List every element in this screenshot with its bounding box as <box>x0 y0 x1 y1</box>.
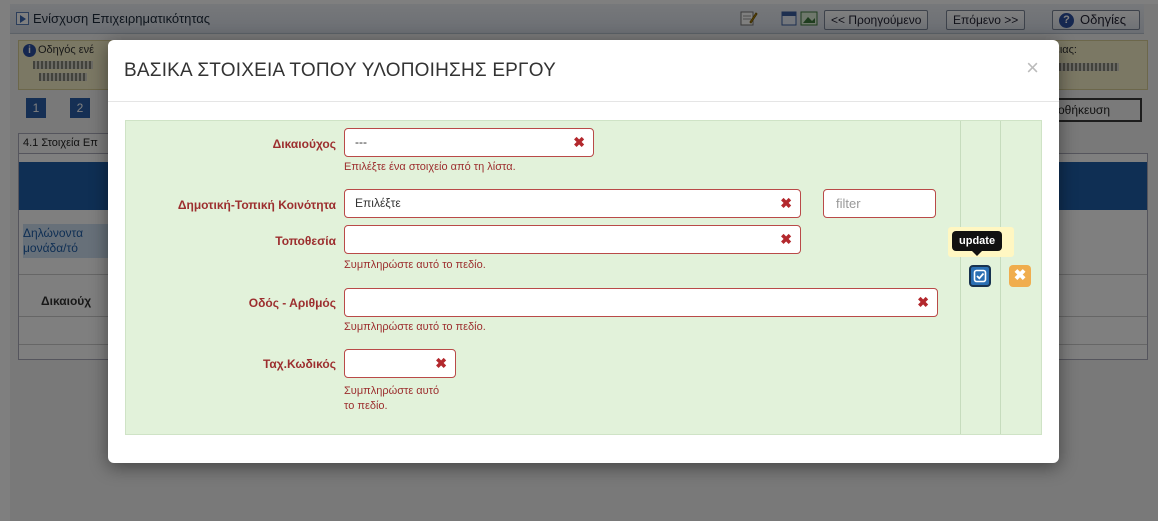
update-tooltip: update <box>952 231 1003 256</box>
postal-input[interactable]: ✖ <box>344 349 456 378</box>
modal-title: ΒΑΣΙΚΑ ΣΤΟΙΧΕΙΑ ΤΟΠΟΥ ΥΛΟΠΟΙΗΣΗΣ ΕΡΓΟΥ <box>124 60 556 81</box>
street-label: Οδός - Αριθμός <box>248 296 336 310</box>
postal-label: Ταχ.Κωδικός <box>262 357 336 371</box>
location-label: Τοποθεσία <box>275 234 336 248</box>
clear-icon[interactable]: ✖ <box>780 190 792 217</box>
location-help: Συμπληρώστε αυτό το πεδίο. <box>344 259 486 271</box>
postal-help: Συμπληρώστε αυτό το πεδίο. <box>344 384 439 414</box>
street-help: Συμπληρώστε αυτό το πεδίο. <box>344 321 486 333</box>
community-filter-input[interactable]: filter <box>823 189 936 218</box>
community-value: Επιλέξτε <box>355 196 401 210</box>
community-select[interactable]: Επιλέξτε ✖ <box>344 189 801 218</box>
check-square-icon <box>973 269 987 283</box>
beneficiary-help: Επιλέξτε ένα στοιχείο από τη λίστα. <box>344 161 516 173</box>
column-divider <box>1000 121 1001 434</box>
clear-icon[interactable]: ✖ <box>573 129 585 156</box>
location-form: Δικαιούχος --- ✖ Επιλέξτε ένα στοιχείο α… <box>125 120 1042 435</box>
close-icon[interactable]: × <box>1026 57 1039 79</box>
community-label: Δημοτική-Τοπική Κοινότητα <box>177 198 336 212</box>
column-divider <box>960 121 961 434</box>
beneficiary-select[interactable]: --- ✖ <box>344 128 594 157</box>
clear-icon[interactable]: ✖ <box>917 289 929 316</box>
clear-icon[interactable]: ✖ <box>435 350 447 377</box>
beneficiary-label: Δικαιούχος <box>272 137 336 151</box>
postal-help-line-1: Συμπληρώστε αυτό <box>344 385 440 397</box>
location-input[interactable]: ✖ <box>344 225 801 254</box>
beneficiary-value: --- <box>355 135 367 149</box>
cancel-button[interactable]: ✖ <box>1009 265 1031 287</box>
modal-header: ΒΑΣΙΚΑ ΣΤΟΙΧΕΙΑ ΤΟΠΟΥ ΥΛΟΠΟΙΗΣΗΣ ΕΡΓΟΥ × <box>108 40 1059 102</box>
location-modal: ΒΑΣΙΚΑ ΣΤΟΙΧΕΙΑ ΤΟΠΟΥ ΥΛΟΠΟΙΗΣΗΣ ΕΡΓΟΥ ×… <box>108 40 1059 463</box>
postal-help-line-2: το πεδίο. <box>344 400 388 412</box>
update-button[interactable] <box>969 265 991 287</box>
clear-icon[interactable]: ✖ <box>780 226 792 253</box>
street-input[interactable]: ✖ <box>344 288 938 317</box>
